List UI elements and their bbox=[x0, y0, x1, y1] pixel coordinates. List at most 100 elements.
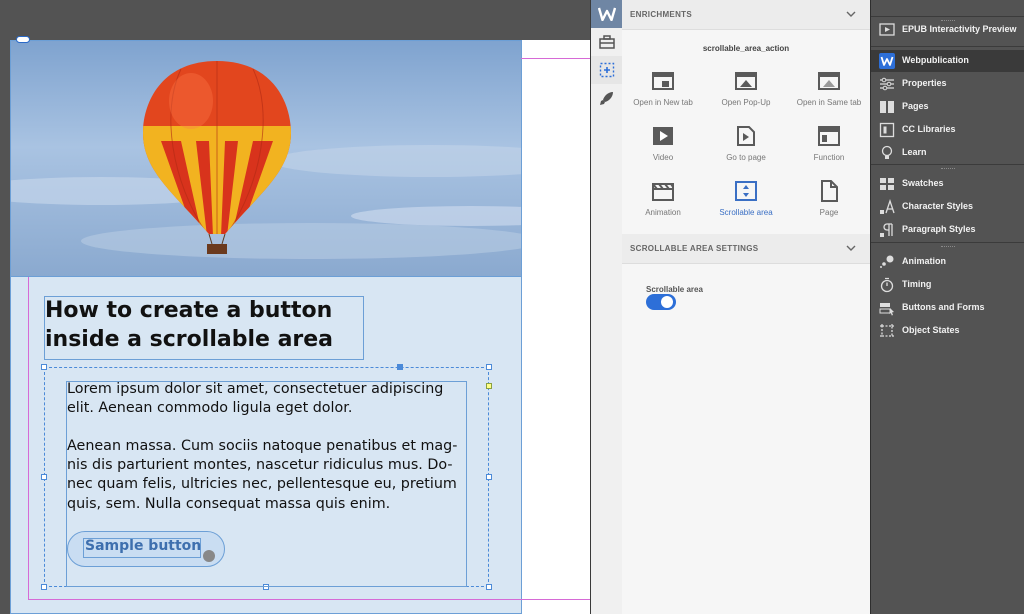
document-canvas[interactable]: How to create a button inside a scrollab… bbox=[0, 0, 590, 614]
action-go-to-page[interactable]: Go to page bbox=[705, 125, 787, 171]
dock-item-swatches[interactable]: Swatches bbox=[871, 173, 1024, 195]
action-label: Scrollable area bbox=[719, 208, 773, 217]
swatches-icon bbox=[880, 178, 894, 190]
toggle-knob bbox=[661, 296, 673, 308]
scrollable-area-toggle[interactable] bbox=[646, 294, 676, 310]
action-page[interactable]: Page bbox=[788, 180, 870, 226]
action-label: Video bbox=[652, 153, 674, 162]
buttons-forms-icon bbox=[879, 303, 894, 316]
enrichments-header[interactable]: ENRICHMENTS bbox=[622, 0, 870, 30]
action-label: Open in Same tab bbox=[796, 98, 862, 107]
hot-air-balloon-image[interactable] bbox=[11, 41, 521, 277]
action-label: Function bbox=[813, 153, 845, 162]
learn-icon bbox=[881, 145, 893, 159]
dock-item-label: Properties bbox=[902, 78, 947, 88]
body-paragraph: Aenean massa. Cum sociis natoque penatib… bbox=[67, 438, 458, 512]
dock-item-label: Paragraph Styles bbox=[902, 224, 976, 234]
resize-handle[interactable] bbox=[41, 584, 47, 590]
open-new-tab-icon bbox=[652, 72, 674, 90]
resize-handle[interactable] bbox=[486, 584, 492, 590]
dock-item-label: EPUB Interactivity Preview bbox=[902, 24, 1017, 34]
pages-icon bbox=[880, 101, 894, 113]
dock-item-character-styles[interactable]: Character Styles bbox=[871, 196, 1024, 218]
dock-group: Swatches Character Styles Paragraph Styl… bbox=[871, 164, 1024, 242]
dock-item-label: Pages bbox=[902, 101, 929, 111]
action-open-popup[interactable]: Open Pop-Up bbox=[705, 70, 787, 116]
dock-item-paragraph-styles[interactable]: Paragraph Styles bbox=[871, 219, 1024, 241]
popup-icon bbox=[735, 72, 757, 90]
dock-item-webpublication[interactable]: Webpublication bbox=[871, 50, 1024, 72]
dock-item-label: Character Styles bbox=[902, 201, 974, 211]
video-icon bbox=[653, 127, 673, 145]
action-open-new-tab[interactable]: Open in New tab bbox=[622, 70, 704, 116]
cc-libraries-icon bbox=[879, 122, 895, 138]
scrollable-area-label: Scrollable area bbox=[646, 285, 703, 294]
action-function[interactable]: Function bbox=[788, 125, 870, 171]
dock-item-label: Swatches bbox=[902, 178, 944, 188]
button-state-icon bbox=[203, 550, 215, 562]
resize-handle[interactable] bbox=[41, 474, 47, 480]
scrollable-settings-header[interactable]: SCROLLABLE AREA SETTINGS bbox=[622, 234, 870, 264]
dock-item-properties[interactable]: Properties bbox=[871, 73, 1024, 95]
action-open-same-tab[interactable]: Open in Same tab bbox=[788, 70, 870, 116]
right-dock: EPUB Interactivity Preview Webpublicatio… bbox=[870, 0, 1024, 614]
dock-item-label: Timing bbox=[902, 279, 932, 289]
panel-icon-strip bbox=[590, 0, 623, 614]
resize-handle[interactable] bbox=[397, 364, 403, 370]
dock-item-cc-libraries[interactable]: CC Libraries bbox=[871, 119, 1024, 141]
dock-item-epub-preview[interactable]: EPUB Interactivity Preview bbox=[871, 19, 1024, 41]
dock-item-timing[interactable]: Timing bbox=[871, 274, 1024, 296]
chevron-down-icon[interactable] bbox=[846, 243, 856, 253]
action-label: Go to page bbox=[726, 153, 766, 162]
scrollable-settings-title: SCROLLABLE AREA SETTINGS bbox=[630, 244, 759, 253]
animation-icon bbox=[652, 183, 674, 201]
scrollable-area-icon bbox=[735, 181, 757, 201]
action-label: Open in New tab bbox=[633, 98, 693, 107]
dock-grip[interactable] bbox=[941, 168, 955, 170]
dock-group: Webpublication Properties Pages CC Libra… bbox=[871, 46, 1024, 164]
action-animation[interactable]: Animation bbox=[622, 180, 704, 226]
epub-preview-icon bbox=[879, 23, 895, 36]
frame-anchor-handle[interactable] bbox=[16, 36, 30, 43]
rocket-icon[interactable] bbox=[591, 84, 623, 112]
sample-button-label: Sample button bbox=[85, 538, 202, 554]
dock-item-label: Object States bbox=[902, 325, 960, 335]
page-title: How to create a button inside a scrollab… bbox=[45, 298, 334, 352]
webpublication-logo-icon[interactable] bbox=[591, 0, 623, 28]
character-styles-icon bbox=[880, 199, 895, 214]
function-icon bbox=[818, 126, 840, 146]
action-label: Page bbox=[819, 208, 839, 217]
dock-group: Animation Timing Buttons and Forms Objec… bbox=[871, 242, 1024, 342]
resize-handle[interactable] bbox=[486, 364, 492, 370]
body-paragraph: Lorem ipsum dolor sit amet, consectetuer… bbox=[67, 381, 444, 417]
dock-item-pages[interactable]: Pages bbox=[871, 96, 1024, 118]
same-tab-icon bbox=[818, 72, 840, 90]
action-video[interactable]: Video bbox=[622, 125, 704, 171]
dock-item-label: Animation bbox=[902, 256, 946, 266]
dock-item-animation[interactable]: Animation bbox=[871, 251, 1024, 273]
dock-item-label: Buttons and Forms bbox=[902, 302, 985, 312]
dock-item-label: CC Libraries bbox=[902, 124, 956, 134]
resize-handle[interactable] bbox=[486, 383, 492, 389]
dock-item-buttons-forms[interactable]: Buttons and Forms bbox=[871, 297, 1024, 319]
dock-item-object-states[interactable]: Object States bbox=[871, 320, 1024, 342]
page-icon bbox=[821, 180, 838, 202]
add-interaction-icon[interactable] bbox=[591, 56, 623, 84]
animation-icon bbox=[880, 255, 894, 268]
dock-item-label: Webpublication bbox=[902, 55, 969, 65]
toolbox-icon[interactable] bbox=[591, 28, 623, 56]
dock-group: EPUB Interactivity Preview bbox=[871, 16, 1024, 46]
action-scrollable-area[interactable]: Scrollable area bbox=[705, 180, 787, 226]
dock-item-label: Learn bbox=[902, 147, 927, 157]
enrichments-title: ENRICHMENTS bbox=[630, 10, 692, 19]
webpublication-icon bbox=[879, 53, 895, 69]
action-label: Animation bbox=[645, 208, 681, 217]
dock-item-learn[interactable]: Learn bbox=[871, 142, 1024, 164]
action-name: scrollable_area_action bbox=[702, 44, 790, 53]
resize-handle[interactable] bbox=[486, 474, 492, 480]
properties-icon bbox=[880, 77, 894, 91]
resize-handle[interactable] bbox=[41, 364, 47, 370]
chevron-down-icon[interactable] bbox=[846, 9, 856, 19]
dock-grip[interactable] bbox=[941, 246, 955, 248]
enrichments-panel: ENRICHMENTS scrollable_area_action Open … bbox=[622, 0, 870, 614]
